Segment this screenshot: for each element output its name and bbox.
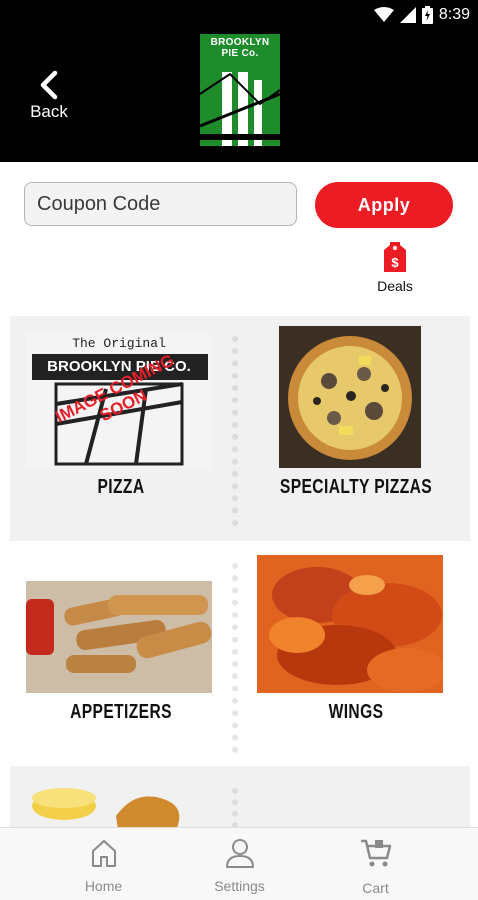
wings-image (257, 555, 443, 693)
category-row-2: APPETIZERS WINGS (10, 541, 470, 766)
category-wings[interactable]: WINGS (242, 541, 470, 766)
category-item-partial-right[interactable] (242, 766, 470, 827)
mozzarella-sticks-graphic (26, 581, 212, 693)
user-icon (225, 839, 254, 868)
chevron-left-icon (40, 70, 58, 100)
deals-label: Deals (377, 278, 413, 294)
app-header: Back BROOKLYN PIE Co. (0, 30, 478, 162)
category-label-wings: WINGS (328, 701, 384, 723)
signal-icon (399, 7, 416, 23)
category-row-3 (10, 766, 470, 827)
svg-text:$: $ (391, 255, 399, 270)
app-screen: 8:39 Back BROOKLYN PIE Co. Apply (0, 0, 478, 900)
battery-icon (421, 6, 433, 24)
wifi-icon (373, 7, 394, 22)
category-row-1: The Original BROOKLYN PIE CO. IMAGE COMI… (10, 316, 470, 541)
deals-button[interactable]: $ Deals (368, 240, 422, 306)
wings-photo-graphic (257, 555, 443, 693)
price-tag-icon: $ (384, 242, 406, 272)
nav-cart[interactable]: Cart (296, 828, 455, 900)
brooklyn-bridge-graphic (200, 72, 280, 160)
category-pizza[interactable]: The Original BROOKLYN PIE CO. IMAGE COMI… (10, 316, 232, 541)
category-divider (232, 788, 238, 827)
apply-coupon-button[interactable]: Apply (315, 182, 453, 228)
category-item-partial-left[interactable] (10, 766, 232, 827)
home-icon (91, 840, 116, 867)
coupon-code-input[interactable] (24, 182, 297, 226)
partial-left-image (26, 780, 212, 827)
nav-cart-label: Cart (362, 880, 389, 896)
back-button[interactable]: Back (18, 70, 80, 134)
status-bar: 8:39 (0, 0, 478, 30)
category-appetizers[interactable]: APPETIZERS (10, 541, 232, 766)
category-label-pizza: PIZZA (97, 476, 145, 498)
category-label-appetizers: APPETIZERS (70, 701, 172, 723)
category-specialty-pizzas[interactable]: SPECIALTY PIZZAS (242, 316, 470, 541)
brand-logo: BROOKLYN PIE Co. (200, 34, 280, 160)
appetizers-image (26, 581, 212, 693)
cart-icon (360, 839, 391, 867)
pizza-photo-graphic (279, 326, 421, 468)
pizza-image-placeholder: The Original BROOKLYN PIE CO. IMAGE COMI… (26, 334, 212, 468)
category-divider (232, 563, 238, 753)
back-label: Back (30, 102, 68, 121)
sauce-and-chicken-graphic (32, 788, 180, 827)
status-time: 8:39 (438, 6, 470, 23)
status-icons: 8:39 (373, 5, 470, 25)
specialty-pizza-image (279, 326, 421, 468)
bottom-navigation: Home Settings Cart (0, 827, 478, 900)
category-divider (232, 336, 238, 526)
category-label-specialty-pizzas: SPECIALTY PIZZAS (279, 476, 433, 498)
